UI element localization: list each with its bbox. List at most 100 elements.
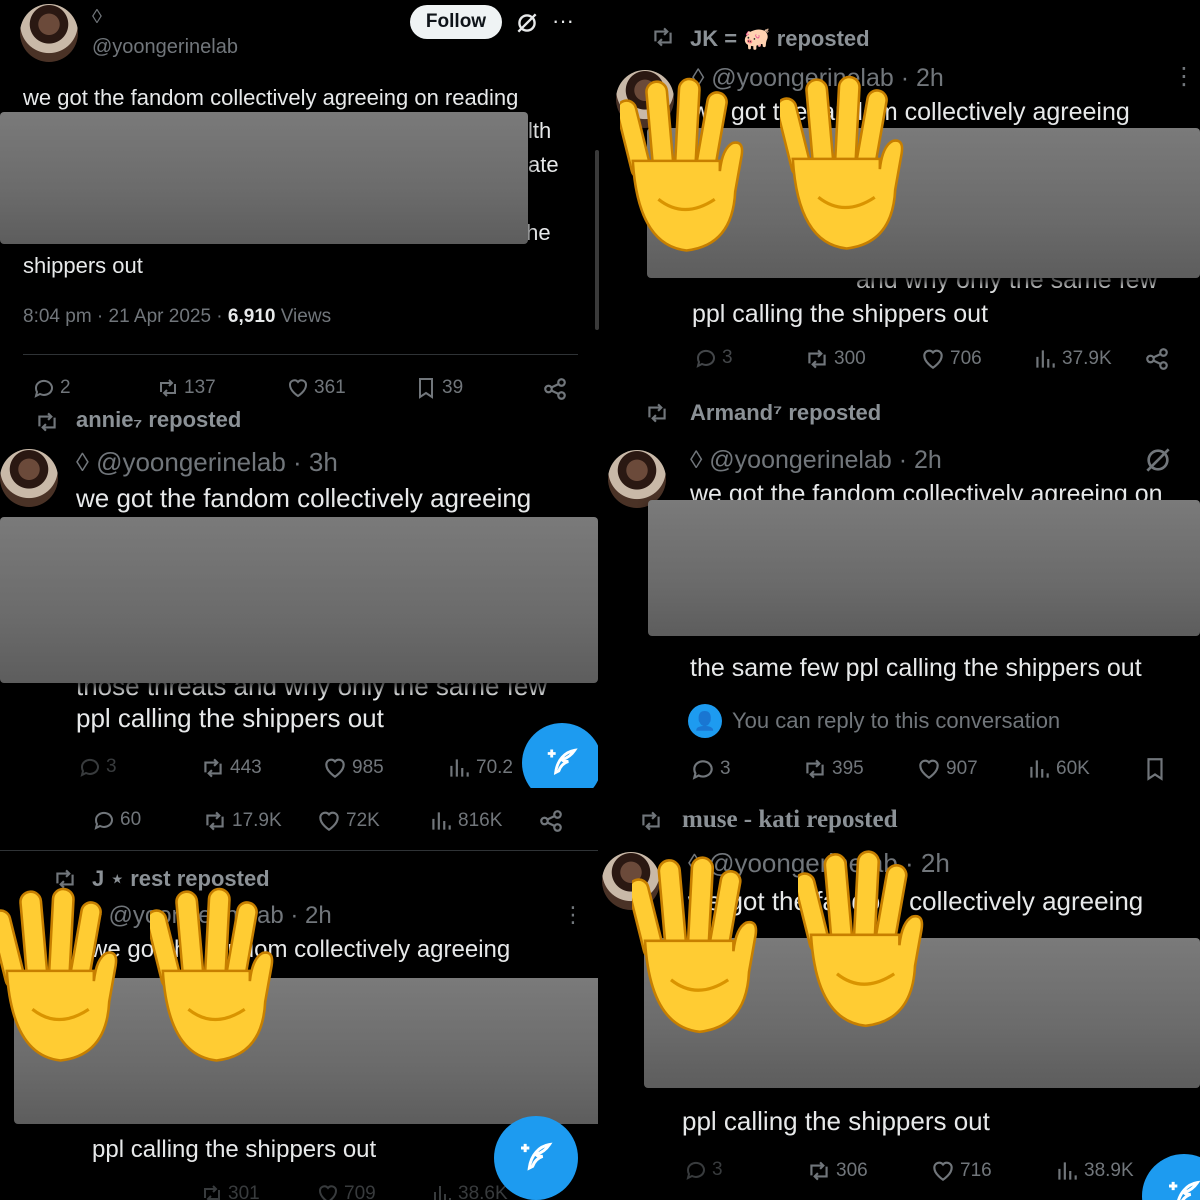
like-icon xyxy=(316,1182,340,1200)
tweet-text-fragment: ate xyxy=(528,152,559,177)
reply-button[interactable]: 2 xyxy=(32,376,71,400)
avatar[interactable] xyxy=(0,449,58,507)
repost-button[interactable]: 17.9K xyxy=(202,808,282,834)
tweet-panel-jk: JK = 🐖 reposted ◊ @yoongerinelab · 2h ⋮ … xyxy=(602,0,1200,392)
verified-off-icon[interactable] xyxy=(514,10,540,36)
reply-icon xyxy=(694,346,718,370)
repost-button[interactable]: 306 xyxy=(806,1158,868,1184)
reply-button[interactable]: 3 xyxy=(690,756,731,782)
like-button[interactable]: 361 xyxy=(286,376,346,400)
repost-icon xyxy=(638,808,664,834)
repost-button[interactable]: 395 xyxy=(802,756,864,782)
reply-icon xyxy=(690,756,716,782)
views-button[interactable]: 38.6K xyxy=(430,1182,508,1200)
repost-icon xyxy=(650,24,676,50)
like-button[interactable]: 72K xyxy=(316,808,380,834)
like-button[interactable]: 907 xyxy=(916,756,978,782)
repost-icon xyxy=(156,376,180,400)
tweet-handle-time[interactable]: ◊ @yoongerinelab · 3h xyxy=(76,447,338,478)
views-button[interactable]: 816K xyxy=(428,808,502,834)
views-button[interactable]: 37.9K xyxy=(1032,346,1112,372)
tweet-text-line: ppl calling the shippers out xyxy=(92,1136,377,1163)
raised-hand-emoji-left xyxy=(632,854,762,1038)
views-icon xyxy=(1032,346,1058,372)
views-icon xyxy=(446,755,472,781)
tweet-text-line: ppl calling the shippers out xyxy=(682,1106,990,1136)
repost-icon xyxy=(202,808,228,834)
verified-off-icon[interactable] xyxy=(1142,444,1174,476)
tweet-text-line: ppl calling the shippers out xyxy=(692,300,989,328)
compose-button[interactable] xyxy=(494,1116,578,1200)
redaction-block xyxy=(0,112,528,244)
tweet-text-line: the same few ppl calling the shippers ou… xyxy=(690,654,1142,682)
repost-button[interactable]: 137 xyxy=(156,376,216,400)
repost-button[interactable]: 301 xyxy=(200,1182,260,1200)
more-menu-icon[interactable]: ⋮ xyxy=(562,902,584,928)
reply-button[interactable]: 3 xyxy=(694,346,733,370)
reply-button[interactable]: 60 xyxy=(92,808,141,832)
divider xyxy=(0,850,598,851)
bookmark-icon[interactable] xyxy=(1142,756,1168,782)
raised-hand-emoji-left xyxy=(0,886,122,1066)
reply-button[interactable]: 3 xyxy=(78,755,117,779)
reply-permission-icon: 👤 xyxy=(688,704,722,738)
raised-hand-emoji-right xyxy=(780,74,908,254)
views-icon xyxy=(1026,756,1052,782)
repost-icon xyxy=(804,346,830,372)
share-icon[interactable] xyxy=(542,376,568,402)
reply-icon xyxy=(684,1158,708,1182)
tweet-panel-muse: muse - kati reposted ◊ @yoongerinelab · … xyxy=(602,788,1200,1200)
share-icon[interactable] xyxy=(1144,346,1170,372)
tweet-handle-time[interactable]: ◊ @yoongerinelab · 2h xyxy=(690,446,942,475)
compose-button[interactable] xyxy=(522,723,598,788)
repost-icon xyxy=(806,1158,832,1184)
bookmark-button[interactable]: 39 xyxy=(414,376,463,400)
tweet-panel-jrest: 60 17.9K 72K 816K J ⋆ rest reposted ◊ @y… xyxy=(0,788,598,1200)
reposted-by-label[interactable]: JK = 🐖 reposted xyxy=(690,26,870,52)
like-button[interactable]: 709 xyxy=(316,1182,376,1200)
reposted-by-label[interactable]: Armand⁷ reposted xyxy=(690,400,881,426)
tweet-text-line: we got the fandom collectively agreeing xyxy=(692,98,1130,126)
like-button[interactable]: 985 xyxy=(322,755,384,781)
repost-icon xyxy=(200,1182,224,1200)
more-menu-icon[interactable]: ··· xyxy=(552,8,574,34)
reply-permission-note: You can reply to this conversation xyxy=(732,708,1061,733)
scrollbar[interactable] xyxy=(595,150,599,330)
compose-icon xyxy=(543,744,581,782)
tweet-text-fragment: lth xyxy=(528,118,552,143)
more-menu-icon[interactable]: ⋮ xyxy=(1172,62,1196,91)
tweet-text-line: we got the fandom collectively agreeing … xyxy=(23,85,519,110)
tweet-text-line: shippers out xyxy=(23,253,143,278)
reposted-by-label[interactable]: annie₇ reposted xyxy=(76,407,241,433)
reply-icon xyxy=(92,808,116,832)
repost-icon xyxy=(802,756,828,782)
like-button[interactable]: 716 xyxy=(930,1158,992,1184)
views-button[interactable]: 70.2 xyxy=(446,755,513,781)
like-icon xyxy=(286,376,310,400)
like-button[interactable]: 706 xyxy=(920,346,982,372)
like-icon xyxy=(316,808,342,834)
repost-icon xyxy=(644,400,670,426)
like-icon xyxy=(920,346,946,372)
views-button[interactable]: 60K xyxy=(1026,756,1090,782)
raised-hand-emoji-right xyxy=(798,848,928,1032)
repost-icon xyxy=(34,409,60,435)
views-button[interactable]: 38.9K xyxy=(1054,1158,1134,1184)
reply-icon xyxy=(32,376,56,400)
reply-button[interactable]: 3 xyxy=(684,1158,723,1182)
compose-icon xyxy=(516,1138,556,1178)
repost-icon xyxy=(200,755,226,781)
reposted-by-label[interactable]: muse - kati reposted xyxy=(682,806,898,834)
views-icon xyxy=(430,1182,454,1200)
raised-hand-emoji-right xyxy=(150,886,278,1066)
follow-button[interactable]: Follow xyxy=(410,5,502,39)
tweet-panel-armand: Armand⁷ reposted ◊ @yoongerinelab · 2h w… xyxy=(602,392,1200,788)
avatar[interactable] xyxy=(20,4,78,62)
repost-button[interactable]: 443 xyxy=(200,755,262,781)
handle[interactable]: @yoongerinelab xyxy=(92,36,238,59)
tweet-timestamp: 8:04 pm · 21 Apr 2025 · 6,910 Views xyxy=(23,306,332,327)
repost-button[interactable]: 300 xyxy=(804,346,866,372)
share-icon[interactable] xyxy=(538,808,564,834)
tweet-text-line: we got the fandom collectively agreeing xyxy=(76,483,532,513)
compose-button[interactable] xyxy=(1142,1154,1200,1200)
